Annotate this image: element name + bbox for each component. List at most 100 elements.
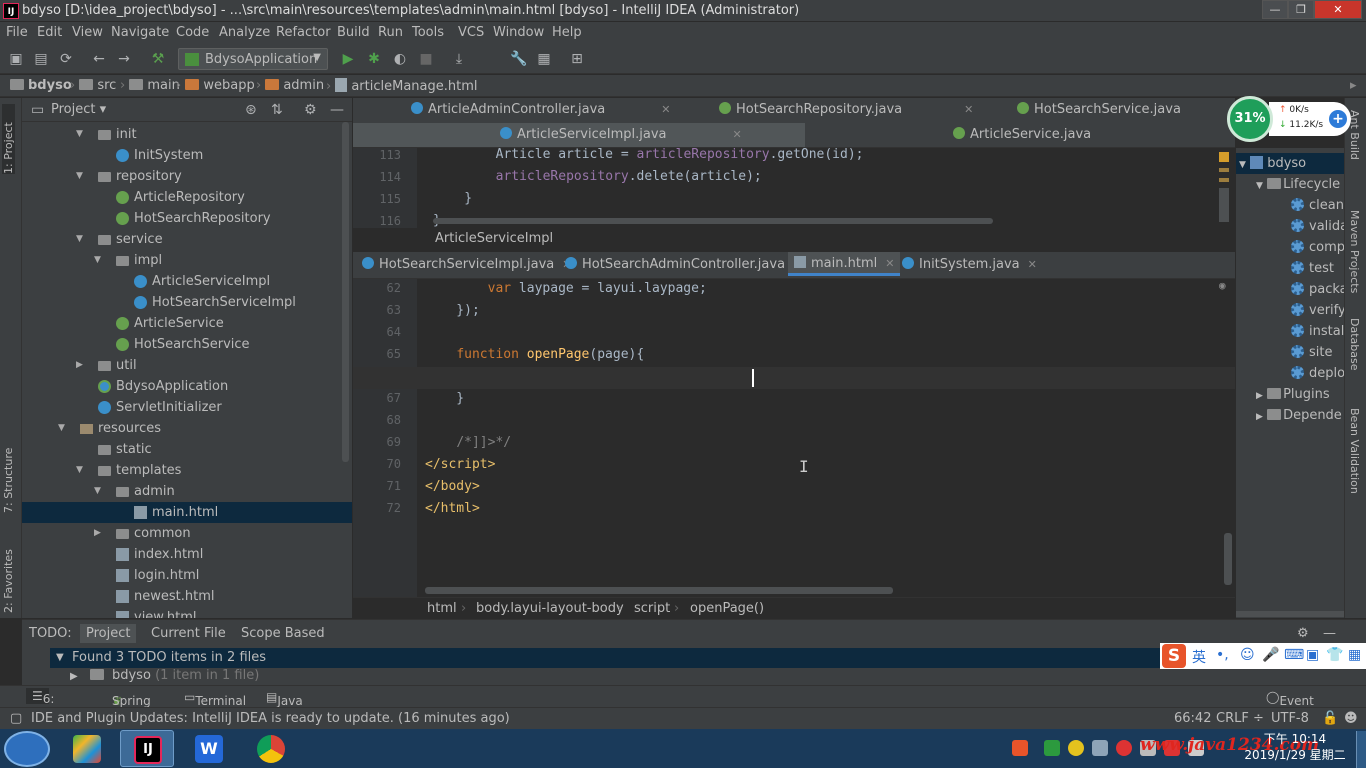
maven-lifecycle[interactable]: ▼ Lifecycle: [1236, 174, 1344, 195]
tree-scrollbar[interactable]: [342, 122, 349, 462]
taskbar-app-colorful[interactable]: [60, 730, 114, 767]
stop-icon[interactable]: ■: [418, 51, 434, 67]
caret-position[interactable]: 66:42: [1174, 711, 1211, 726]
ime-language[interactable]: 英: [1192, 647, 1206, 667]
punctuation-icon[interactable]: •,: [1216, 647, 1229, 663]
tree-item[interactable]: InitSystem: [22, 145, 352, 166]
save-all-icon[interactable]: ▤: [33, 51, 49, 67]
tab-favorites[interactable]: 2: Favorites: [2, 533, 15, 613]
hide-panel-icon[interactable]: —: [330, 102, 344, 118]
crumb-openpage[interactable]: openPage(): [690, 601, 764, 616]
menu-view[interactable]: View: [72, 25, 103, 40]
tray-sogou-icon[interactable]: [1012, 740, 1028, 756]
network-speed-widget[interactable]: 31% ↑ 0K/s ↓ 11.2K/s +: [1227, 96, 1353, 142]
eye-icon[interactable]: ◉: [1219, 279, 1226, 292]
tab-structure[interactable]: 7: Structure: [2, 433, 15, 513]
tab-article-service-impl[interactable]: ArticleServiceImpl.java ✕: [353, 123, 805, 147]
maven-plugins[interactable]: ▶ Plugins: [1236, 384, 1344, 405]
tab-init-system[interactable]: InitSystem.java ✕: [902, 253, 1037, 277]
tab-hotsearch-admin-controller[interactable]: HotSearchAdminController.java✕: [565, 253, 802, 277]
settings-wrench-icon[interactable]: 🔧: [510, 51, 527, 67]
nav-crumb-webapp[interactable]: › webapp: [176, 78, 255, 93]
menu-vcs[interactable]: VCS: [458, 25, 484, 40]
project-structure-icon[interactable]: ▦: [536, 51, 552, 67]
tray-network-icon[interactable]: [1092, 740, 1108, 756]
tree-item[interactable]: ▼ service: [22, 229, 352, 250]
menu-navigate[interactable]: Navigate: [111, 25, 169, 40]
microphone-icon[interactable]: 🎤: [1262, 647, 1279, 663]
tree-item[interactable]: HotSearchServiceImpl: [22, 292, 352, 313]
maven-scrollbar[interactable]: [1236, 611, 1344, 617]
editor-top[interactable]: 113 114 115 116 Article article = articl…: [353, 148, 1235, 228]
tree-item[interactable]: ArticleService: [22, 313, 352, 334]
menu-grid-icon[interactable]: ▦: [1348, 647, 1361, 663]
nav-crumb-project[interactable]: bdyso: [10, 78, 72, 93]
tree-item[interactable]: ▼ resources: [22, 418, 352, 439]
line-separator[interactable]: CRLF ÷: [1216, 711, 1264, 726]
chevron-down-icon[interactable]: ▼: [76, 229, 83, 250]
tree-item[interactable]: HotSearchRepository: [22, 208, 352, 229]
chevron-down-icon[interactable]: ▼: [94, 481, 101, 502]
maven-goal[interactable]: valida: [1236, 216, 1344, 237]
project-panel-title[interactable]: Project ▾: [51, 102, 106, 117]
todo-tab-project[interactable]: Project: [80, 624, 137, 643]
structure-breadcrumb[interactable]: ArticleServiceImpl: [435, 231, 553, 246]
close-tab-icon[interactable]: ✕: [885, 257, 894, 270]
horizontal-scrollbar[interactable]: [433, 218, 993, 224]
chevron-right-icon[interactable]: ▶: [76, 355, 83, 376]
crumb-script[interactable]: script: [634, 601, 670, 616]
emoji-icon[interactable]: ☺: [1240, 647, 1255, 663]
vertical-scrollbar[interactable]: [1224, 533, 1232, 585]
chevron-right-icon[interactable]: ▶: [94, 523, 101, 544]
ime-toolbar[interactable]: S 英 •, ☺ 🎤 ⌨ ▣ 👕 ▦: [1160, 643, 1366, 669]
toolwin-terminal[interactable]: ▭ Terminal: [184, 690, 246, 708]
taskbar-intellij[interactable]: IJ: [120, 730, 174, 767]
lock-icon[interactable]: 🔓: [1322, 711, 1338, 726]
windows-start-button[interactable]: [4, 731, 50, 767]
vertical-scrollbar[interactable]: [1219, 188, 1229, 222]
close-tab-icon[interactable]: ✕: [964, 103, 973, 116]
toolwin-java-enterprise[interactable]: ▤ Java Enterprise: [266, 690, 339, 722]
tree-item[interactable]: ▶ util: [22, 355, 352, 376]
close-tab-icon[interactable]: ✕: [661, 103, 670, 116]
maven-goal[interactable]: packa: [1236, 279, 1344, 300]
crumb-html[interactable]: html: [427, 601, 457, 616]
taskbar-wps[interactable]: W: [182, 730, 236, 767]
gear-icon[interactable]: ⚙: [1297, 626, 1309, 641]
toolwin-todo[interactable]: ☰ 6: TODO: [26, 688, 78, 720]
plus-icon[interactable]: +: [1329, 110, 1347, 128]
maven-root[interactable]: ▼ bdyso: [1236, 153, 1344, 174]
vcs-update-icon[interactable]: ⤓: [451, 51, 467, 67]
tree-item[interactable]: HotSearchService: [22, 334, 352, 355]
nav-crumb-file[interactable]: › articleManage.html: [326, 78, 478, 94]
tab-project[interactable]: 1: Project: [2, 104, 15, 174]
crumb-body[interactable]: body.layui-layout-body: [476, 601, 624, 616]
open-folder-icon[interactable]: ▣: [8, 51, 24, 67]
toolbox-icon[interactable]: ▣: [1306, 647, 1319, 663]
todo-tab-current-file[interactable]: Current File: [151, 626, 226, 641]
close-tab-icon[interactable]: ✕: [1028, 258, 1037, 271]
tree-item[interactable]: view.html: [22, 607, 352, 618]
tree-item[interactable]: ▼ init: [22, 124, 352, 145]
maven-goal[interactable]: clean: [1236, 195, 1344, 216]
maven-goal[interactable]: install: [1236, 321, 1344, 342]
menu-tools[interactable]: Tools: [412, 25, 444, 40]
chevron-down-icon[interactable]: ▼: [94, 250, 101, 271]
status-toggle-icon[interactable]: ▢: [10, 711, 22, 726]
system-clock[interactable]: 下午 10:14 2019/1/29 星期二: [1240, 731, 1350, 763]
tab-bean-validation[interactable]: Bean Validation: [1348, 408, 1361, 494]
menu-help[interactable]: Help: [552, 25, 582, 40]
tab-main-html[interactable]: main.html ✕: [788, 252, 901, 276]
back-icon[interactable]: ←: [91, 51, 107, 67]
menu-refactor[interactable]: Refactor: [276, 25, 331, 40]
tree-item[interactable]: login.html: [22, 565, 352, 586]
tab-article-service[interactable]: ArticleService.java✕: [953, 123, 1248, 147]
maven-goal[interactable]: compi: [1236, 237, 1344, 258]
todo-item-row[interactable]: ▶ bdyso (1 item in 1 file): [50, 668, 259, 686]
sdk-manager-icon[interactable]: ⊞: [569, 51, 585, 67]
maven-goal[interactable]: site: [1236, 342, 1344, 363]
run-configuration-select[interactable]: BdysoApplication ▼: [178, 48, 328, 70]
menu-window[interactable]: Window: [493, 25, 544, 40]
nav-crumb-main[interactable]: › main: [120, 78, 180, 93]
skin-icon[interactable]: 👕: [1326, 647, 1343, 663]
